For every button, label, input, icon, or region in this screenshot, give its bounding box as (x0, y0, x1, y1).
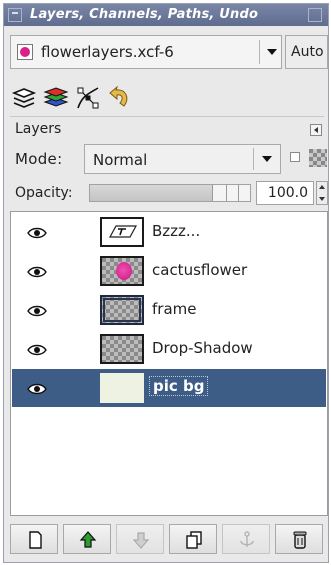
layer-row[interactable]: frame (12, 291, 326, 329)
opacity-slider-fill (90, 185, 213, 201)
eye-visibility-icon[interactable] (27, 383, 47, 395)
eye-visibility-icon[interactable] (27, 344, 47, 356)
layer-toolbar (10, 524, 328, 554)
undo-icon (109, 85, 128, 107)
layer-list[interactable]: Bzzz... cactusflower frame Drop-Shadow pic b… (10, 211, 328, 516)
layer-name[interactable]: pic bg (149, 376, 209, 396)
layers-dock-window: Layers, Channels, Paths, Undo flowerlaye… (3, 3, 329, 563)
mode-select[interactable]: Normal (84, 144, 281, 174)
layer-thumbnail[interactable] (100, 295, 144, 325)
paths-icon (77, 87, 99, 109)
eye-visibility-icon[interactable] (27, 305, 47, 317)
anchor-layer-button[interactable] (222, 524, 270, 554)
layers-icon (11, 88, 37, 108)
tab-layers[interactable] (10, 84, 38, 112)
image-selector-row: flowerlayers.xcf-6 Auto (10, 35, 328, 69)
new-layer-button[interactable] (10, 524, 58, 554)
keep-transparency-checkbox[interactable] (290, 152, 300, 162)
layer-thumbnail[interactable] (100, 256, 144, 286)
layer-row[interactable]: Bzzz... (12, 213, 326, 251)
duplicate-layer-button[interactable] (169, 524, 217, 554)
layer-row[interactable]: cactusflower (12, 252, 326, 290)
image-selector-value: flowerlayers.xcf-6 (41, 43, 174, 61)
title-bar[interactable]: Layers, Channels, Paths, Undo (4, 4, 328, 26)
image-selector[interactable]: flowerlayers.xcf-6 (10, 35, 282, 69)
dock-menu-icon[interactable] (8, 8, 22, 22)
channels-icon (43, 87, 69, 107)
layer-thumbnail[interactable] (100, 217, 144, 247)
image-thumbnail-icon (17, 44, 33, 60)
combo-divider (259, 40, 260, 64)
layer-name[interactable]: cactusflower (152, 261, 247, 279)
window-title: Layers, Channels, Paths, Undo (30, 7, 259, 22)
tab-undo[interactable] (106, 84, 134, 112)
layer-name[interactable]: frame (152, 300, 196, 318)
close-icon[interactable] (308, 8, 322, 22)
layer-thumbnail[interactable] (100, 334, 144, 364)
slider-tick (226, 185, 227, 201)
transparency-checker-icon (309, 149, 327, 167)
eye-visibility-icon[interactable] (27, 266, 47, 278)
delete-layer-button[interactable] (275, 524, 323, 554)
opacity-stepper[interactable] (316, 181, 328, 205)
chevron-down-icon[interactable] (267, 49, 277, 55)
layer-thumbnail[interactable] (100, 373, 144, 403)
dock-tabs (10, 84, 170, 116)
mode-value: Normal (93, 151, 148, 169)
eye-visibility-icon[interactable] (27, 227, 47, 239)
layer-name[interactable]: Bzzz... (152, 222, 200, 240)
layer-row[interactable]: Drop-Shadow (12, 330, 326, 368)
combo-divider (253, 148, 254, 170)
panel-menu-icon[interactable] (310, 124, 322, 136)
tab-paths[interactable] (74, 84, 102, 112)
opacity-label: Opacity: (15, 185, 73, 201)
opacity-slider[interactable] (89, 184, 251, 202)
panel-title: Layers (15, 121, 62, 137)
layer-row[interactable]: pic bg (12, 369, 326, 407)
tab-separator (10, 116, 324, 117)
mode-label: Mode: (15, 150, 63, 168)
opacity-input[interactable]: 100.0 (256, 181, 314, 205)
chevron-down-icon[interactable] (262, 156, 272, 162)
auto-button[interactable]: Auto (285, 35, 328, 69)
lower-layer-button[interactable] (116, 524, 164, 554)
slider-tick (238, 185, 239, 201)
layer-name[interactable]: Drop-Shadow (152, 339, 253, 357)
raise-layer-button[interactable] (63, 524, 111, 554)
tab-channels[interactable] (42, 84, 70, 112)
